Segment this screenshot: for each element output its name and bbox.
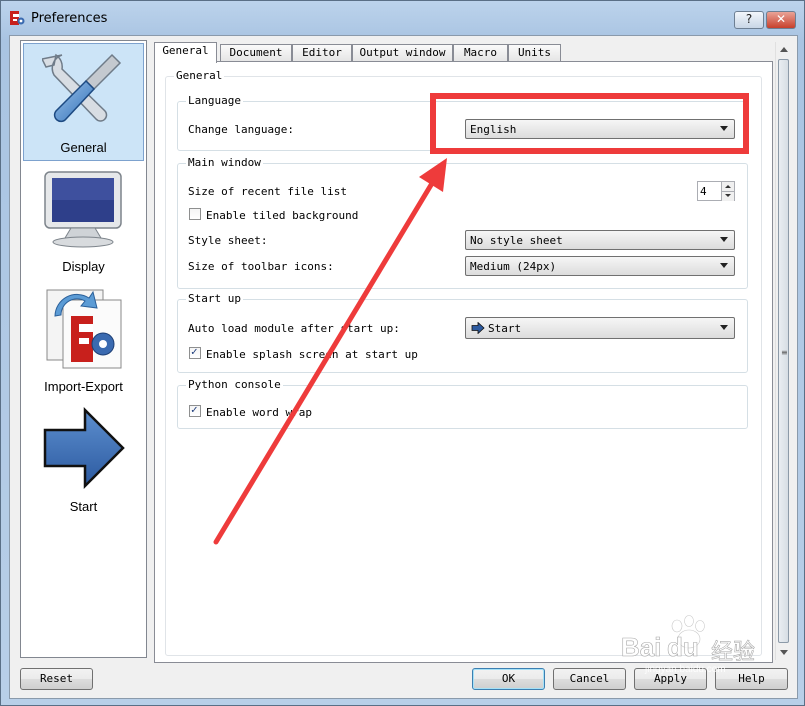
splash-screen-label: Enable splash screen at start up — [206, 348, 418, 361]
chevron-down-icon — [720, 237, 728, 242]
close-button[interactable]: ✕ — [766, 11, 796, 29]
spinbox-value: 4 — [700, 185, 707, 198]
checkmark-icon: ✓ — [191, 345, 198, 358]
tab-editor[interactable]: Editor — [292, 44, 352, 62]
tab-document[interactable]: Document — [220, 44, 292, 62]
auto-load-module-value: Start — [488, 322, 522, 335]
tiled-background-label: Enable tiled background — [206, 209, 359, 222]
general-tab-page: General Language Change language: Englis… — [154, 61, 773, 663]
group-title: Language — [186, 94, 243, 107]
group-title: Start up — [186, 292, 243, 305]
recent-file-list-spinbox[interactable]: 4 — [697, 181, 735, 201]
word-wrap-label: Enable word wrap — [206, 406, 312, 419]
sidebar-item-label: Display — [62, 259, 105, 274]
language-group: Language Change language: English — [177, 94, 748, 151]
language-select[interactable]: English — [465, 119, 735, 139]
auto-load-module-label: Auto load module after start up: — [188, 322, 400, 335]
scroll-up-icon[interactable] — [780, 47, 788, 52]
cancel-button[interactable]: Cancel — [553, 668, 626, 690]
help-button[interactable]: Help — [715, 668, 788, 690]
tab-general[interactable]: General — [154, 42, 217, 63]
spin-up-icon[interactable] — [721, 182, 734, 191]
chevron-down-icon — [720, 325, 728, 330]
sidebar-item-label: Import-Export — [44, 379, 123, 394]
language-select-value: English — [470, 123, 517, 136]
style-sheet-value: No style sheet — [470, 234, 563, 247]
toolbar-icon-size-value: Medium (24px) — [470, 260, 557, 273]
sidebar-item-label: Start — [69, 499, 98, 514]
group-title: Python console — [186, 378, 283, 391]
change-language-label: Change language: — [188, 123, 294, 136]
help-title-button[interactable]: ? — [734, 11, 764, 29]
style-sheet-select[interactable]: No style sheet — [465, 230, 735, 250]
reset-button[interactable]: Reset — [20, 668, 93, 690]
scroll-down-icon[interactable] — [780, 650, 788, 655]
tab-units[interactable]: Units — [508, 44, 561, 62]
preferences-window: Preferences ? ✕ General Display Import-E… — [0, 0, 805, 706]
tab-output-window[interactable]: Output window — [352, 44, 453, 62]
wrench-screwdriver-icon — [42, 47, 126, 131]
import-export-icon — [46, 289, 122, 369]
vertical-scrollbar[interactable]: ≡ — [775, 42, 792, 660]
main-window-group: Main window Size of recent file list 4 E… — [177, 156, 748, 289]
scrollbar-thumb[interactable]: ≡ — [778, 59, 789, 643]
sidebar-item-display[interactable]: Display — [23, 163, 144, 281]
group-title: Main window — [186, 156, 263, 169]
category-sidebar: General Display Import-Export Start — [20, 40, 147, 658]
window-title: Preferences — [31, 11, 108, 26]
sidebar-item-general[interactable]: General — [23, 43, 144, 161]
toolbar-icon-size-select[interactable]: Medium (24px) — [465, 256, 735, 276]
start-up-group: Start up Auto load module after start up… — [177, 292, 748, 373]
python-console-group: Python console ✓ Enable word wrap — [177, 378, 748, 429]
tiled-background-checkbox[interactable] — [189, 208, 201, 220]
arrow-right-icon — [471, 322, 485, 334]
arrow-right-icon — [43, 406, 125, 490]
tab-macro[interactable]: Macro — [453, 44, 508, 62]
chevron-down-icon — [720, 263, 728, 268]
ok-button[interactable]: OK — [472, 668, 545, 690]
group-title: General — [174, 69, 225, 82]
sidebar-item-label: General — [60, 140, 107, 155]
spin-down-icon[interactable] — [721, 191, 734, 201]
chevron-down-icon — [720, 126, 728, 131]
grip-icon: ≡ — [781, 348, 788, 357]
apply-button[interactable]: Apply — [634, 668, 707, 690]
monitor-icon — [44, 171, 122, 248]
toolbar-icon-size-label: Size of toolbar icons: — [188, 260, 334, 273]
style-sheet-label: Style sheet: — [188, 234, 268, 247]
word-wrap-checkbox[interactable]: ✓ — [189, 403, 201, 417]
title-bar[interactable]: Preferences ? ✕ — [1, 1, 804, 35]
recent-file-list-label: Size of recent file list — [188, 185, 347, 198]
dialog-client-area: General Display Import-Export Start Gene… — [9, 35, 798, 699]
checkmark-icon: ✓ — [191, 403, 198, 416]
freecad-app-icon — [10, 11, 25, 25]
auto-load-module-select[interactable]: Start — [465, 317, 735, 339]
sidebar-item-start[interactable]: Start — [23, 403, 144, 521]
splash-screen-checkbox[interactable]: ✓ — [189, 345, 201, 359]
sidebar-item-import-export[interactable]: Import-Export — [23, 283, 144, 401]
